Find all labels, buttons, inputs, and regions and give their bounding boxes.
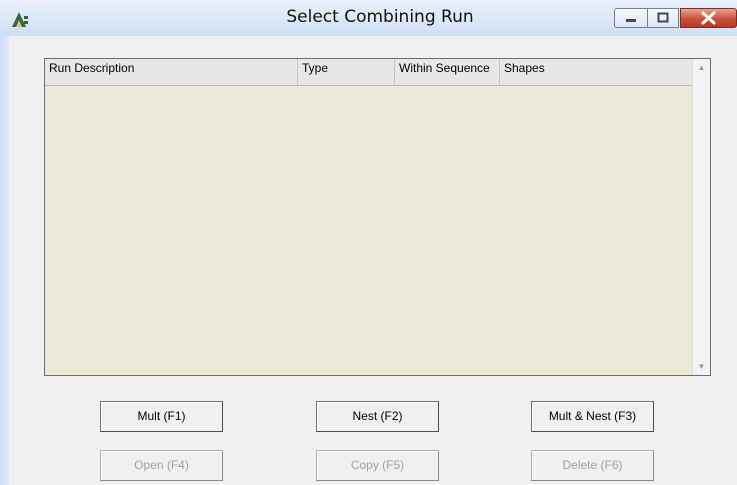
title-bar[interactable]: Select Combining Run [0, 0, 737, 36]
scroll-up-arrow-icon[interactable]: ▲ [694, 59, 709, 76]
maximize-icon [657, 12, 669, 23]
close-icon [701, 11, 716, 25]
column-header-within-sequence[interactable]: Within Sequence [395, 59, 500, 85]
dialog-window: Select Combining Run Run Description Typ… [0, 0, 737, 485]
combining-run-list[interactable]: Run Description Type Within Sequence Sha… [44, 58, 711, 376]
open-button[interactable]: Open (F4) [100, 450, 223, 481]
column-header-shapes[interactable]: Shapes [500, 59, 693, 85]
scroll-down-arrow-icon[interactable]: ▼ [694, 358, 709, 375]
mult-button[interactable]: Mult (F1) [100, 401, 223, 432]
list-header: Run Description Type Within Sequence Sha… [45, 59, 693, 86]
close-button[interactable] [680, 8, 737, 28]
delete-button[interactable]: Delete (F6) [531, 450, 654, 481]
column-header-run-description[interactable]: Run Description [45, 59, 298, 85]
mult-and-nest-button[interactable]: Mult & Nest (F3) [531, 401, 654, 432]
minimize-button[interactable] [614, 8, 648, 28]
window-left-border [0, 36, 9, 485]
copy-button[interactable]: Copy (F5) [316, 450, 439, 481]
minimize-icon [626, 19, 636, 22]
list-body[interactable] [45, 85, 693, 375]
maximize-button[interactable] [647, 8, 679, 28]
column-header-type[interactable]: Type [298, 59, 395, 85]
vertical-scrollbar[interactable]: ▲ ▼ [692, 59, 710, 375]
nest-button[interactable]: Nest (F2) [316, 401, 439, 432]
